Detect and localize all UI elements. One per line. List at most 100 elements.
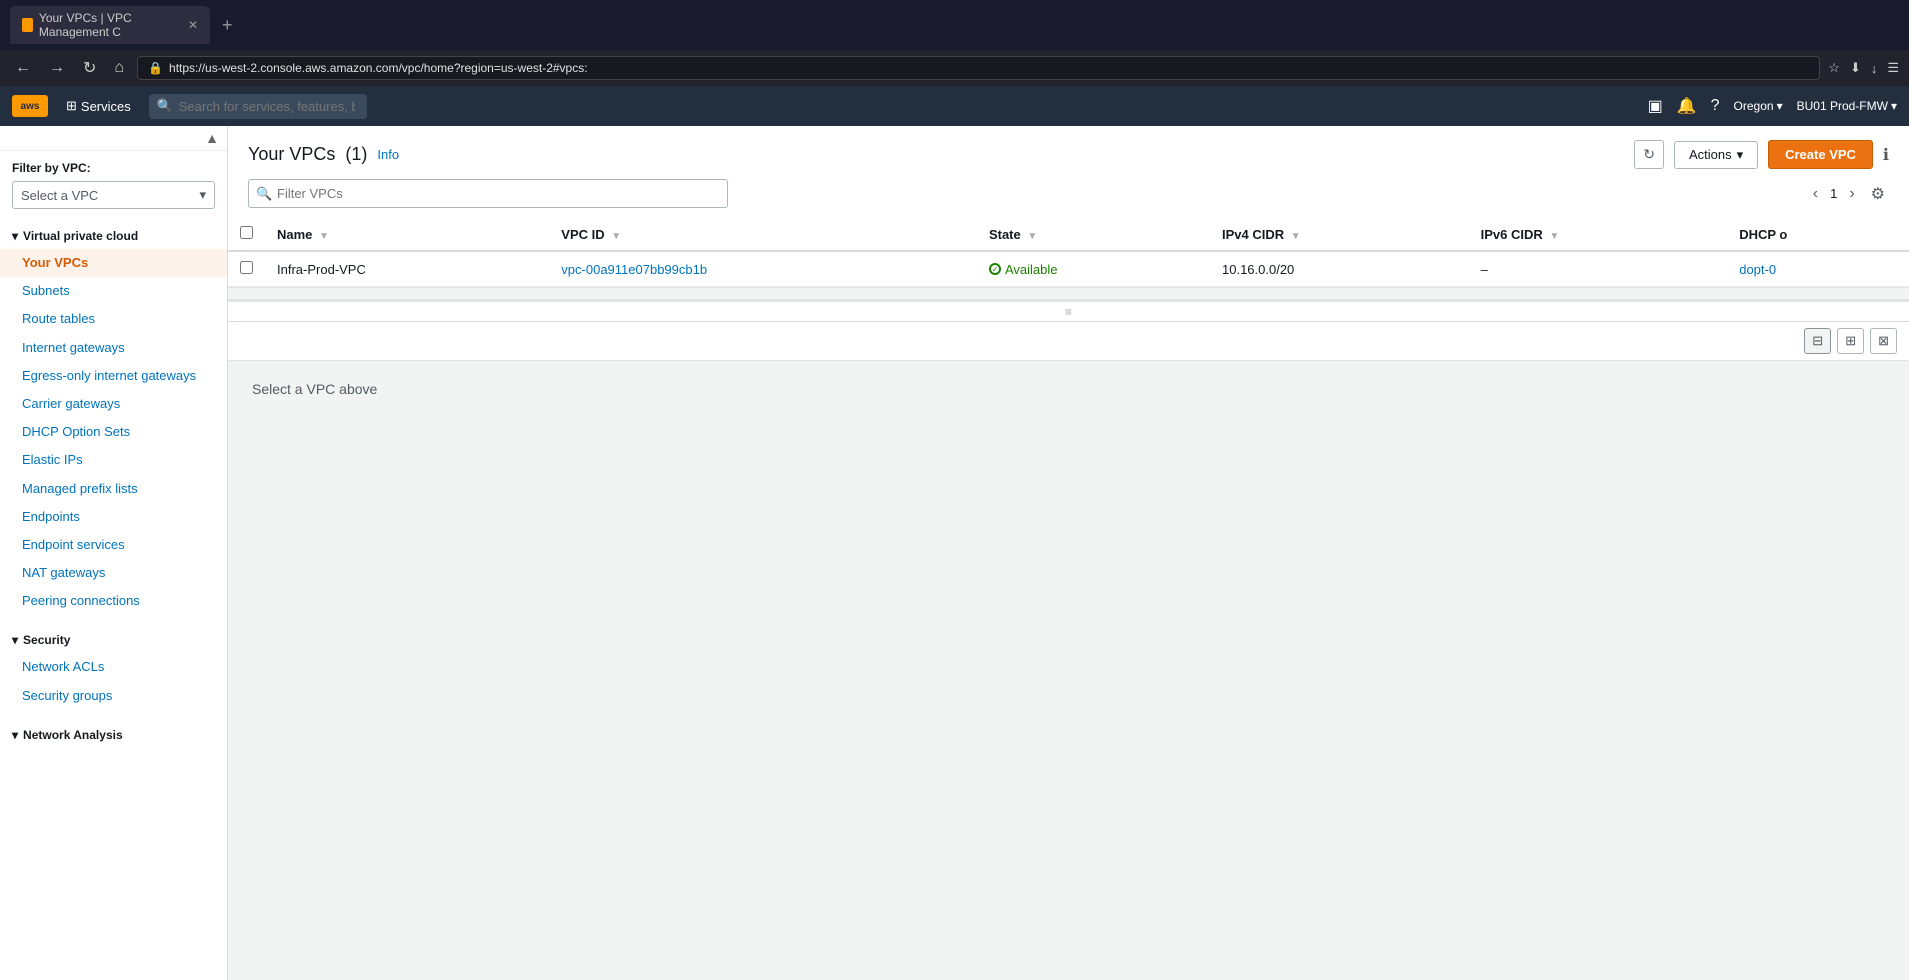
select-all-checkbox[interactable]	[240, 226, 253, 239]
sidebar-item-elastic-ips[interactable]: Elastic IPs	[0, 446, 227, 474]
col-header-dhcp[interactable]: DHCP o	[1727, 218, 1909, 251]
sidebar-item-your-vpcs[interactable]: Your VPCs	[0, 249, 227, 277]
row-checkbox[interactable]	[240, 261, 253, 274]
vpc-page-title: Your VPCs	[248, 144, 335, 165]
chevron-down-icon: ▾	[1737, 147, 1744, 163]
help-icon[interactable]: ?	[1711, 97, 1720, 115]
table-scroll-bar[interactable]	[228, 287, 1909, 299]
sidebar-item-egress-only-gateways[interactable]: Egress-only internet gateways	[0, 362, 227, 390]
sidebar-section-header-network-analysis[interactable]: ▾ Network Analysis	[0, 722, 227, 748]
download-icon[interactable]: ↓	[1871, 61, 1878, 76]
vpc-id-link[interactable]: vpc-00a911e07bb99cb1b	[561, 262, 707, 277]
col-header-ipv6[interactable]: IPv6 CIDR ▼	[1469, 218, 1728, 251]
next-page-button[interactable]: ›	[1845, 183, 1858, 205]
sidebar-section-security: ▾ Security Network ACLs Security groups	[0, 621, 227, 715]
menu-icon[interactable]: ☰	[1887, 60, 1899, 76]
account-selector[interactable]: BU01 Prod-FMW ▾	[1797, 99, 1897, 113]
sidebar-section-header-security[interactable]: ▾ Security	[0, 627, 227, 653]
pocket-icon[interactable]: ⬇	[1850, 60, 1861, 76]
new-tab-button[interactable]: +	[222, 15, 233, 36]
browser-nav-icons: ☆ ⬇ ↓ ☰	[1828, 60, 1899, 76]
url-text: https://us-west-2.console.aws.amazon.com…	[169, 61, 588, 75]
browser-tab[interactable]: Your VPCs | VPC Management C ✕	[10, 6, 210, 44]
sidebar-item-security-groups[interactable]: Security groups	[0, 682, 227, 710]
filter-vpc-select[interactable]: Select a VPC ▾	[12, 181, 215, 209]
vpc-count: (1)	[345, 144, 367, 165]
region-selector[interactable]: Oregon ▾	[1734, 99, 1783, 113]
sidebar-item-endpoints[interactable]: Endpoints	[0, 503, 227, 531]
create-vpc-button[interactable]: Create VPC	[1768, 140, 1873, 169]
info-button[interactable]: ℹ	[1883, 145, 1889, 165]
dhcp-link[interactable]: dopt-0	[1739, 262, 1776, 277]
row-name: Infra-Prod-VPC	[265, 251, 549, 287]
col-header-state[interactable]: State ▼	[977, 218, 1210, 251]
forward-button[interactable]: →	[44, 57, 70, 79]
sidebar-item-internet-gateways[interactable]: Internet gateways	[0, 334, 227, 362]
tab-title: Your VPCs | VPC Management C	[39, 11, 178, 39]
notifications-icon[interactable]: 🔔	[1677, 96, 1697, 116]
filter-vpcs-input[interactable]	[248, 179, 728, 208]
chevron-down-icon: ▾	[12, 229, 18, 243]
global-search-input[interactable]	[149, 94, 367, 119]
sidebar-section-header-vpc[interactable]: ▾ Virtual private cloud	[0, 223, 227, 249]
sidebar-item-nat-gateways[interactable]: NAT gateways	[0, 559, 227, 587]
vpc-info-link[interactable]: Info	[377, 147, 399, 162]
table-settings-button[interactable]: ⚙	[1867, 182, 1889, 206]
services-button[interactable]: ⊞ Services	[58, 98, 139, 114]
panel-resize-handle[interactable]: ≡	[228, 302, 1909, 322]
col-header-vpc-id[interactable]: VPC ID ▼	[549, 218, 977, 251]
refresh-button[interactable]: ↻	[1634, 140, 1664, 169]
sidebar-scroll-up[interactable]: ▲	[205, 130, 219, 146]
sort-icon-vpc-id: ▼	[611, 231, 621, 242]
sidebar-section-title-vpc: Virtual private cloud	[23, 229, 138, 243]
sidebar-section-network-analysis: ▾ Network Analysis	[0, 716, 227, 754]
sidebar-item-endpoint-services[interactable]: Endpoint services	[0, 531, 227, 559]
tab-favicon	[22, 18, 33, 32]
actions-button[interactable]: Actions ▾	[1674, 141, 1758, 169]
browser-chrome: Your VPCs | VPC Management C ✕ +	[0, 0, 1909, 50]
topbar-right: ▣ 🔔 ? Oregon ▾ BU01 Prod-FMW ▾	[1648, 96, 1897, 116]
prev-page-button[interactable]: ‹	[1809, 183, 1822, 205]
pagination: ‹ 1 › ⚙	[1809, 182, 1889, 206]
sort-icon-state: ▼	[1027, 231, 1037, 242]
view-tabs-button[interactable]: ⊟	[1804, 328, 1831, 354]
sidebar: ▲ Filter by VPC: Select a VPC ▾ ▾ Virtua…	[0, 126, 228, 980]
sidebar-item-dhcp-option-sets[interactable]: DHCP Option Sets	[0, 418, 227, 446]
vpc-table-body: Infra-Prod-VPC vpc-00a911e07bb99cb1b Ava…	[228, 251, 1909, 287]
chevron-down-icon: ▾	[199, 187, 206, 203]
sort-icon-name: ▼	[319, 231, 329, 242]
table-row[interactable]: Infra-Prod-VPC vpc-00a911e07bb99cb1b Ava…	[228, 251, 1909, 287]
row-checkbox-cell[interactable]	[228, 251, 265, 287]
col-header-name[interactable]: Name ▼	[265, 218, 549, 251]
grid-icon: ⊞	[66, 98, 77, 114]
sort-icon-ipv4: ▼	[1291, 231, 1301, 242]
search-icon: 🔍	[157, 98, 173, 114]
select-all-header[interactable]	[228, 218, 265, 251]
vpc-header: Your VPCs (1) Info ↻ Actions ▾ Create VP…	[228, 126, 1909, 179]
home-button[interactable]: ⌂	[109, 57, 129, 79]
back-button[interactable]: ←	[10, 57, 36, 79]
bookmark-icon[interactable]: ☆	[1828, 60, 1840, 76]
row-dhcp: dopt-0	[1727, 251, 1909, 287]
sidebar-item-route-tables[interactable]: Route tables	[0, 305, 227, 333]
col-header-ipv4[interactable]: IPv4 CIDR ▼	[1210, 218, 1469, 251]
sidebar-item-peering-connections[interactable]: Peering connections	[0, 587, 227, 615]
cloud-shell-icon[interactable]: ▣	[1648, 96, 1663, 116]
view-split-button[interactable]: ⊞	[1837, 328, 1864, 354]
vpc-table-area: Your VPCs (1) Info ↻ Actions ▾ Create VP…	[228, 126, 1909, 302]
sidebar-item-network-acls[interactable]: Network ACLs	[0, 653, 227, 681]
row-state: Available	[977, 251, 1210, 287]
sidebar-item-carrier-gateways[interactable]: Carrier gateways	[0, 390, 227, 418]
view-full-button[interactable]: ⊠	[1870, 328, 1897, 354]
detail-panel: ≡ ⊟ ⊞ ⊠ Select a VPC above	[228, 302, 1909, 980]
filter-vpc-label: Filter by VPC:	[12, 161, 215, 175]
filter-vpc-section: Filter by VPC: Select a VPC ▾	[0, 151, 227, 217]
sidebar-item-managed-prefix-lists[interactable]: Managed prefix lists	[0, 475, 227, 503]
tab-close-button[interactable]: ✕	[188, 18, 198, 32]
sidebar-item-subnets[interactable]: Subnets	[0, 277, 227, 305]
search-wrapper: 🔍	[149, 94, 749, 119]
chevron-down-icon: ▾	[12, 728, 18, 742]
reload-button[interactable]: ↻	[78, 56, 101, 80]
address-bar[interactable]: 🔒 https://us-west-2.console.aws.amazon.c…	[137, 56, 1820, 80]
table-scroll-inner	[228, 288, 1909, 299]
